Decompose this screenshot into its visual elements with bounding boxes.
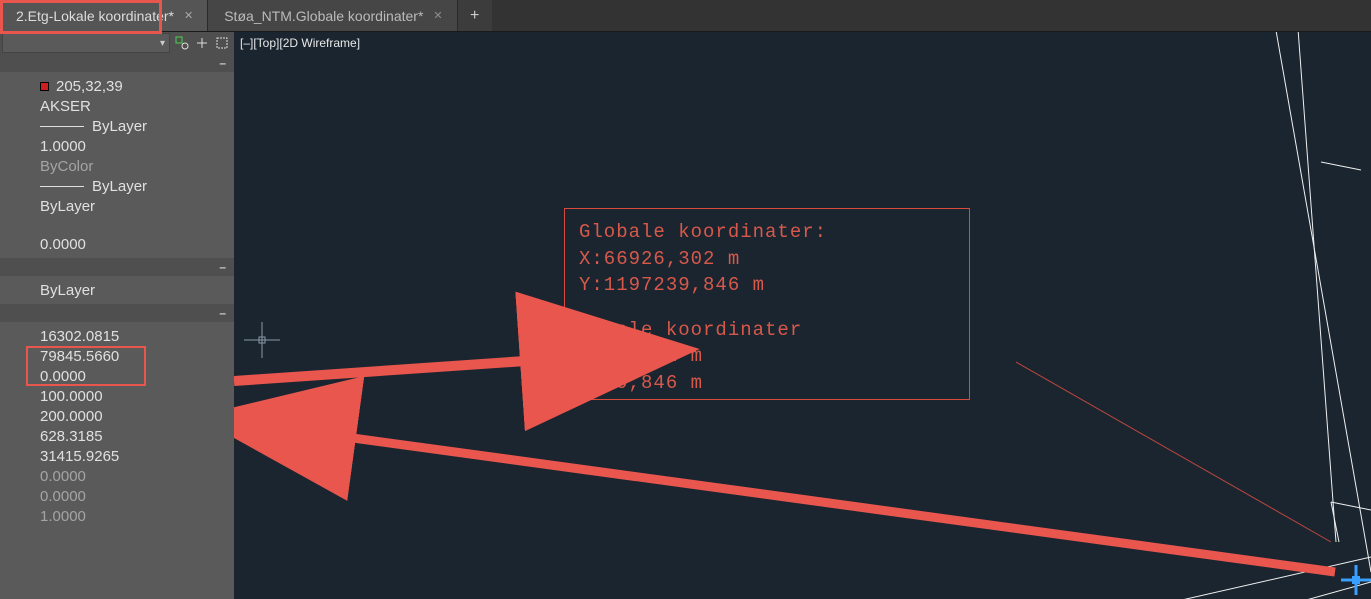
line-sample-icon (40, 186, 84, 187)
tab-active[interactable]: 2.Etg-Lokale koordinater* ✕ (0, 0, 208, 31)
prop-value: 0.0000 (40, 368, 86, 385)
quick-select-icon[interactable] (174, 35, 190, 51)
panel-toolbar: ▾ (0, 32, 234, 54)
prop-value: 1.0000 (40, 508, 86, 525)
prop-value: ByLayer (92, 178, 147, 195)
origin-marker-icon (1341, 565, 1371, 595)
prop-start-z[interactable]: 0.0000 (40, 366, 234, 386)
properties-panel: ▾ – 205,32,39 AKSER ByLayer 1.0000 B (0, 32, 234, 599)
tab-label: Støa_NTM.Globale koordinater* (224, 8, 423, 24)
tab-bar: 2.Etg-Lokale koordinater* ✕ Støa_NTM.Glo… (0, 0, 1371, 32)
prop-value: ByColor (40, 158, 93, 175)
coordinate-annotation: Globale koordinater: X:66926,302 m Y:119… (564, 208, 970, 400)
prop-value: ByLayer (92, 118, 147, 135)
pick-add-icon[interactable] (194, 35, 210, 51)
prop-thickness[interactable]: 0.0000 (40, 234, 234, 254)
prop-value: 628.3185 (40, 428, 103, 445)
prop-transparency[interactable]: ByLayer (40, 196, 234, 216)
prop-lineweight[interactable]: ByLayer (40, 176, 234, 196)
prop-end-z[interactable]: 628.3185 (40, 426, 234, 446)
prop-color[interactable]: 205,32,39 (40, 76, 234, 96)
prop-value: 0.0000 (40, 488, 86, 505)
viewport-label[interactable]: [–][Top][2D Wireframe] (240, 36, 360, 50)
prop-linetype[interactable]: ByLayer (40, 116, 234, 136)
prop-delta-x[interactable]: 31415.9265 (40, 446, 234, 466)
select-objects-icon[interactable] (214, 35, 230, 51)
prop-value: 31415.9265 (40, 448, 119, 465)
prop-value: ByLayer (40, 282, 95, 299)
tab-label: 2.Etg-Lokale koordinater* (16, 8, 174, 24)
prop-layer[interactable]: AKSER (40, 96, 234, 116)
prop-value: 205,32,39 (56, 78, 123, 95)
prop-start-x[interactable]: 16302.0815 (40, 326, 234, 346)
prop-material[interactable]: ByLayer (40, 280, 234, 300)
prop-length[interactable]: 1.0000 (40, 506, 234, 526)
section-toggle[interactable]: – (0, 304, 234, 322)
prop-value: 79845.5660 (40, 348, 119, 365)
prop-delta-y[interactable]: 0.0000 (40, 466, 234, 486)
ucs-icon (244, 322, 280, 358)
add-tab-button[interactable]: + (458, 0, 492, 31)
annotation-heading: Lokale koordinater (579, 317, 955, 344)
prop-value: 200.0000 (40, 408, 103, 425)
annotation-heading: Globale koordinater: (579, 219, 955, 246)
close-icon[interactable]: ✕ (184, 9, 193, 22)
prop-value: 100.0000 (40, 388, 103, 405)
prop-hyperlink[interactable] (40, 216, 234, 234)
tab-inactive[interactable]: Støa_NTM.Globale koordinater* ✕ (208, 0, 457, 31)
prop-value: 16302.0815 (40, 328, 119, 345)
close-icon[interactable]: ✕ (433, 9, 442, 22)
color-swatch-icon (40, 82, 49, 91)
prop-value: ByLayer (40, 198, 95, 215)
drawing-geometry (991, 32, 1371, 599)
prop-value: AKSER (40, 98, 91, 115)
annotation-line: X:66926,302 m (579, 246, 955, 273)
line-sample-icon (40, 126, 84, 127)
prop-start-y[interactable]: 79845.5660 (40, 346, 234, 366)
drawing-canvas[interactable]: [–][Top][2D Wireframe] Globale koordinat… (234, 32, 1371, 599)
prop-end-x[interactable]: 100.0000 (40, 386, 234, 406)
prop-value: 0.0000 (40, 468, 86, 485)
prop-plotstyle[interactable]: ByColor (40, 156, 234, 176)
leader-line (1016, 362, 1331, 542)
prop-value: 0.0000 (40, 236, 86, 253)
section-toggle[interactable]: – (0, 54, 234, 72)
section-toggle[interactable]: – (0, 258, 234, 276)
annotation-line: Y:79,846 m (579, 370, 955, 397)
prop-delta-z[interactable]: 0.0000 (40, 486, 234, 506)
prop-ltscale[interactable]: 1.0000 (40, 136, 234, 156)
annotation-line: X:16,302 m (579, 343, 955, 370)
annotation-line: Y:1197239,846 m (579, 272, 955, 299)
selection-dropdown[interactable]: ▾ (2, 33, 170, 53)
prop-value: 1.0000 (40, 138, 86, 155)
prop-end-y[interactable]: 200.0000 (40, 406, 234, 426)
